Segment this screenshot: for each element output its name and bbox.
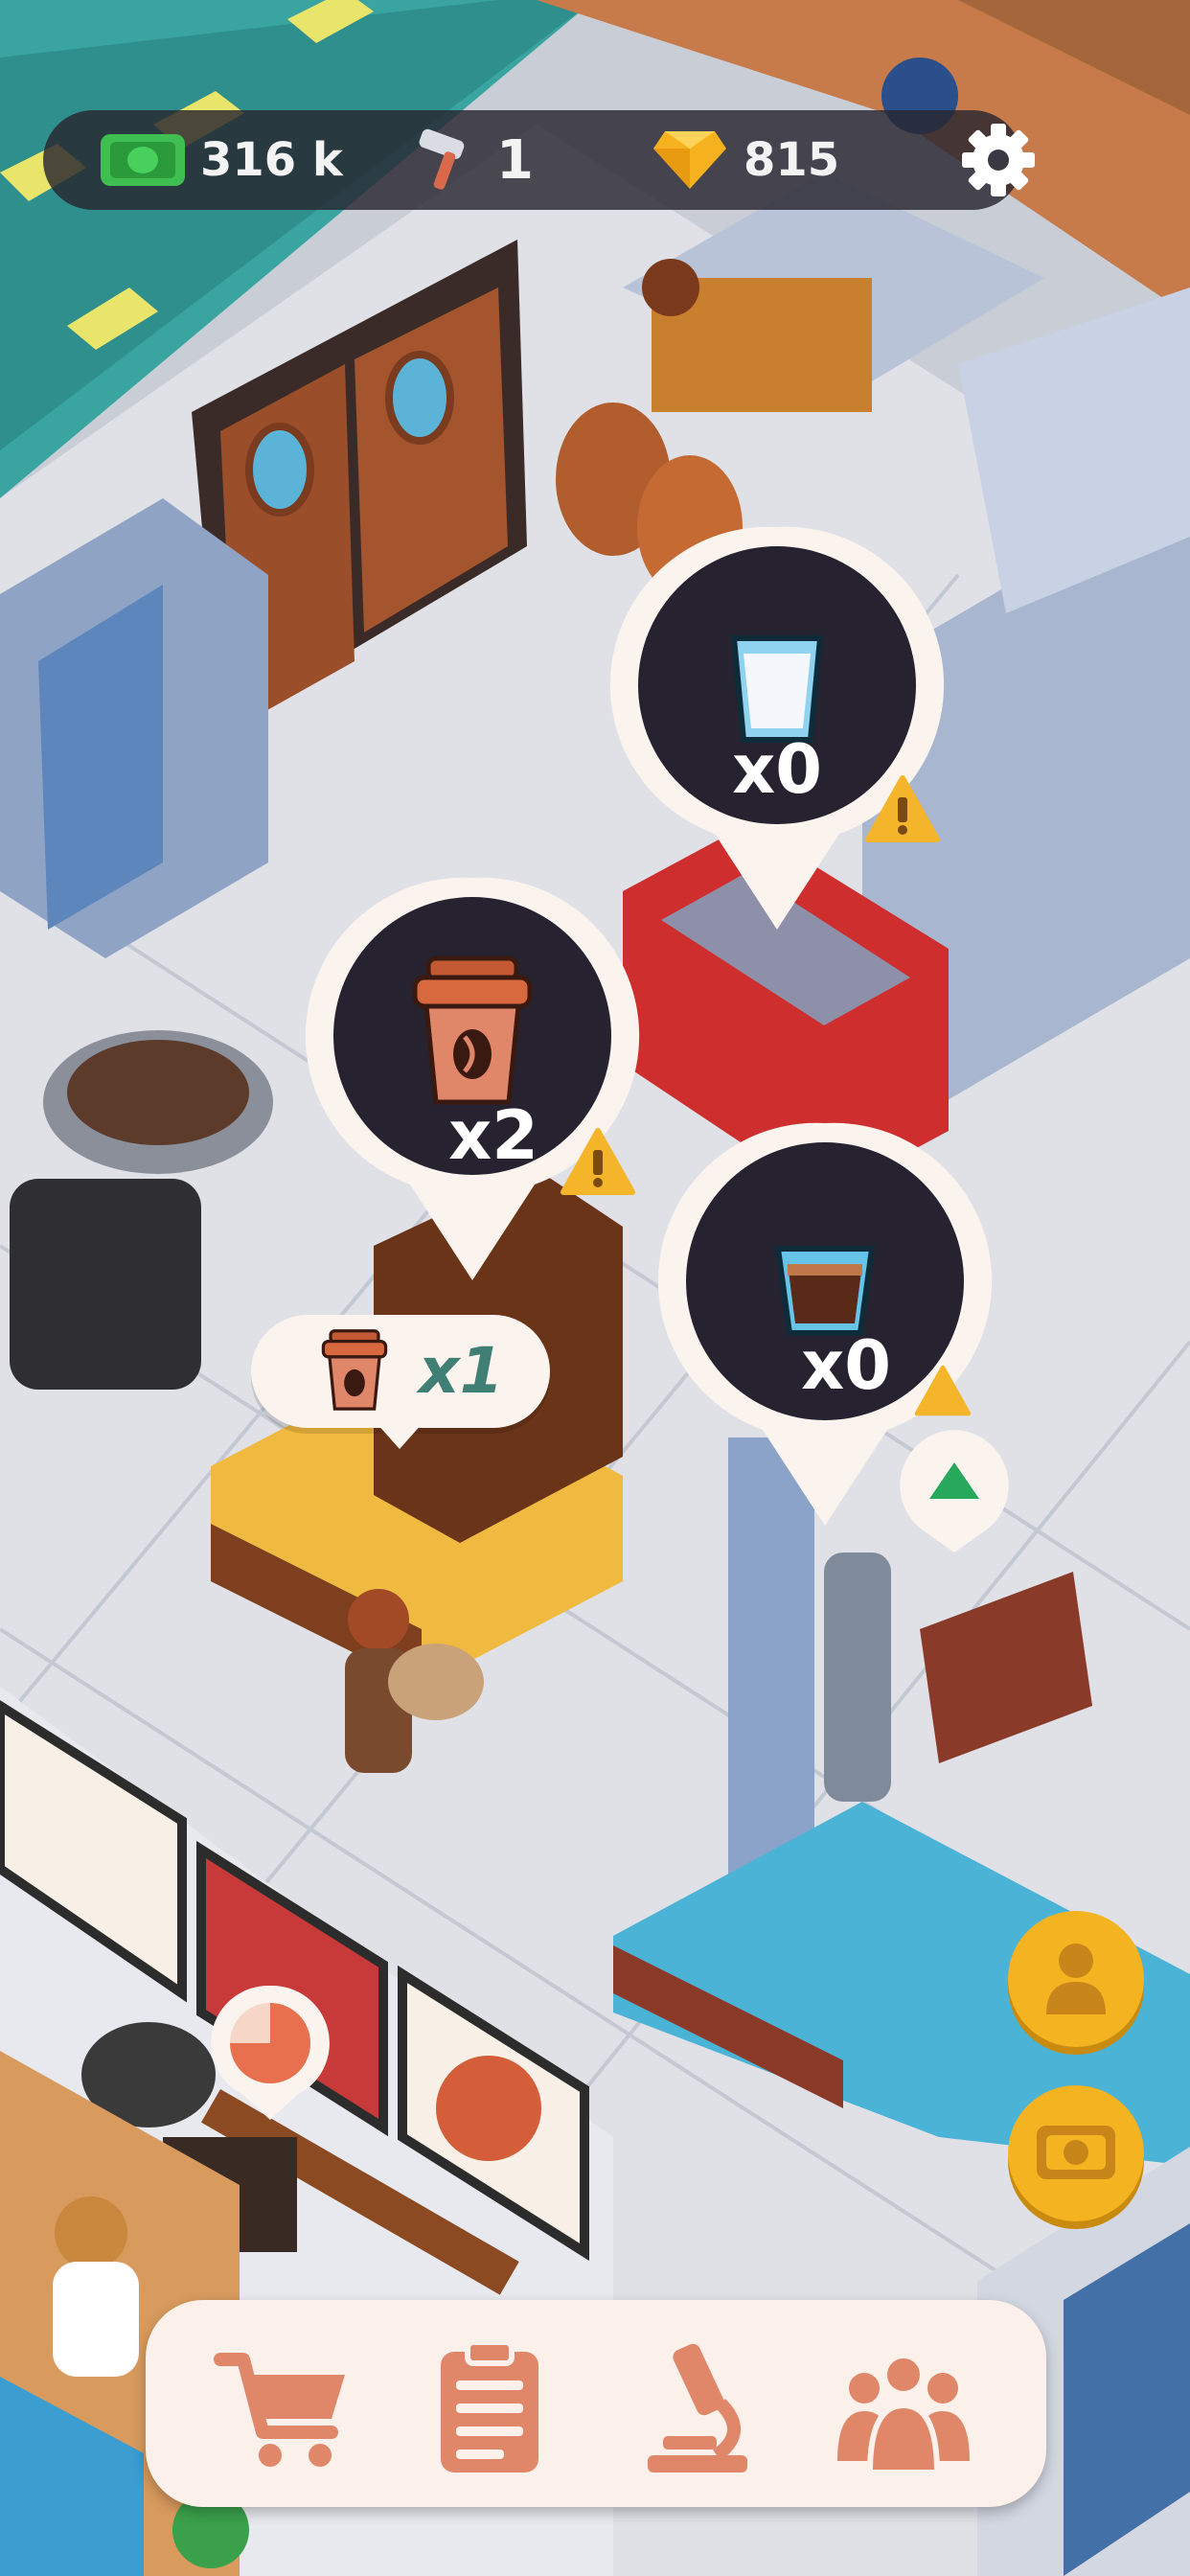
cash-boost-button[interactable] xyxy=(1008,2085,1144,2221)
manager-button[interactable] xyxy=(1008,1911,1144,2047)
warning-icon xyxy=(561,1128,635,1195)
product-bubble-milk[interactable]: x0 xyxy=(609,518,945,939)
hammer-counter[interactable]: 1 xyxy=(412,110,534,210)
upgrade-arrow-icon[interactable] xyxy=(895,1426,1014,1554)
person-icon xyxy=(1046,1944,1106,2014)
customer-order-bubble[interactable]: x1 xyxy=(251,1315,550,1449)
coffee-cup-icon xyxy=(321,1329,388,1411)
warning-icon xyxy=(914,1365,972,1416)
timer-icon xyxy=(211,1985,330,2120)
cart-icon[interactable] xyxy=(211,2336,355,2480)
cash-amount: 316 k xyxy=(200,133,343,187)
hammer-icon xyxy=(419,128,465,190)
cash-icon xyxy=(1037,2126,1115,2179)
cash-counter[interactable]: 316 k xyxy=(99,110,343,210)
cash-icon xyxy=(101,134,185,186)
bottom-nav xyxy=(146,2300,1046,2507)
warning-icon xyxy=(865,775,940,842)
clipboard-icon[interactable] xyxy=(418,2336,561,2480)
people-icon[interactable] xyxy=(832,2336,975,2480)
order-count: x1 xyxy=(419,1334,504,1408)
gem-amount: 815 xyxy=(744,133,840,187)
resource-bar: 316 k 1 815 xyxy=(43,110,1035,210)
product-bubble-coffee[interactable]: x2 xyxy=(305,868,640,1290)
hammer-amount: 1 xyxy=(496,128,534,192)
gear-icon[interactable] xyxy=(958,120,1039,200)
gem-icon xyxy=(653,131,726,189)
microscope-icon[interactable] xyxy=(625,2336,768,2480)
espresso-glass-icon xyxy=(774,1246,876,1336)
coffee-cup-icon xyxy=(412,955,533,1105)
gem-counter[interactable]: 815 xyxy=(652,110,839,210)
